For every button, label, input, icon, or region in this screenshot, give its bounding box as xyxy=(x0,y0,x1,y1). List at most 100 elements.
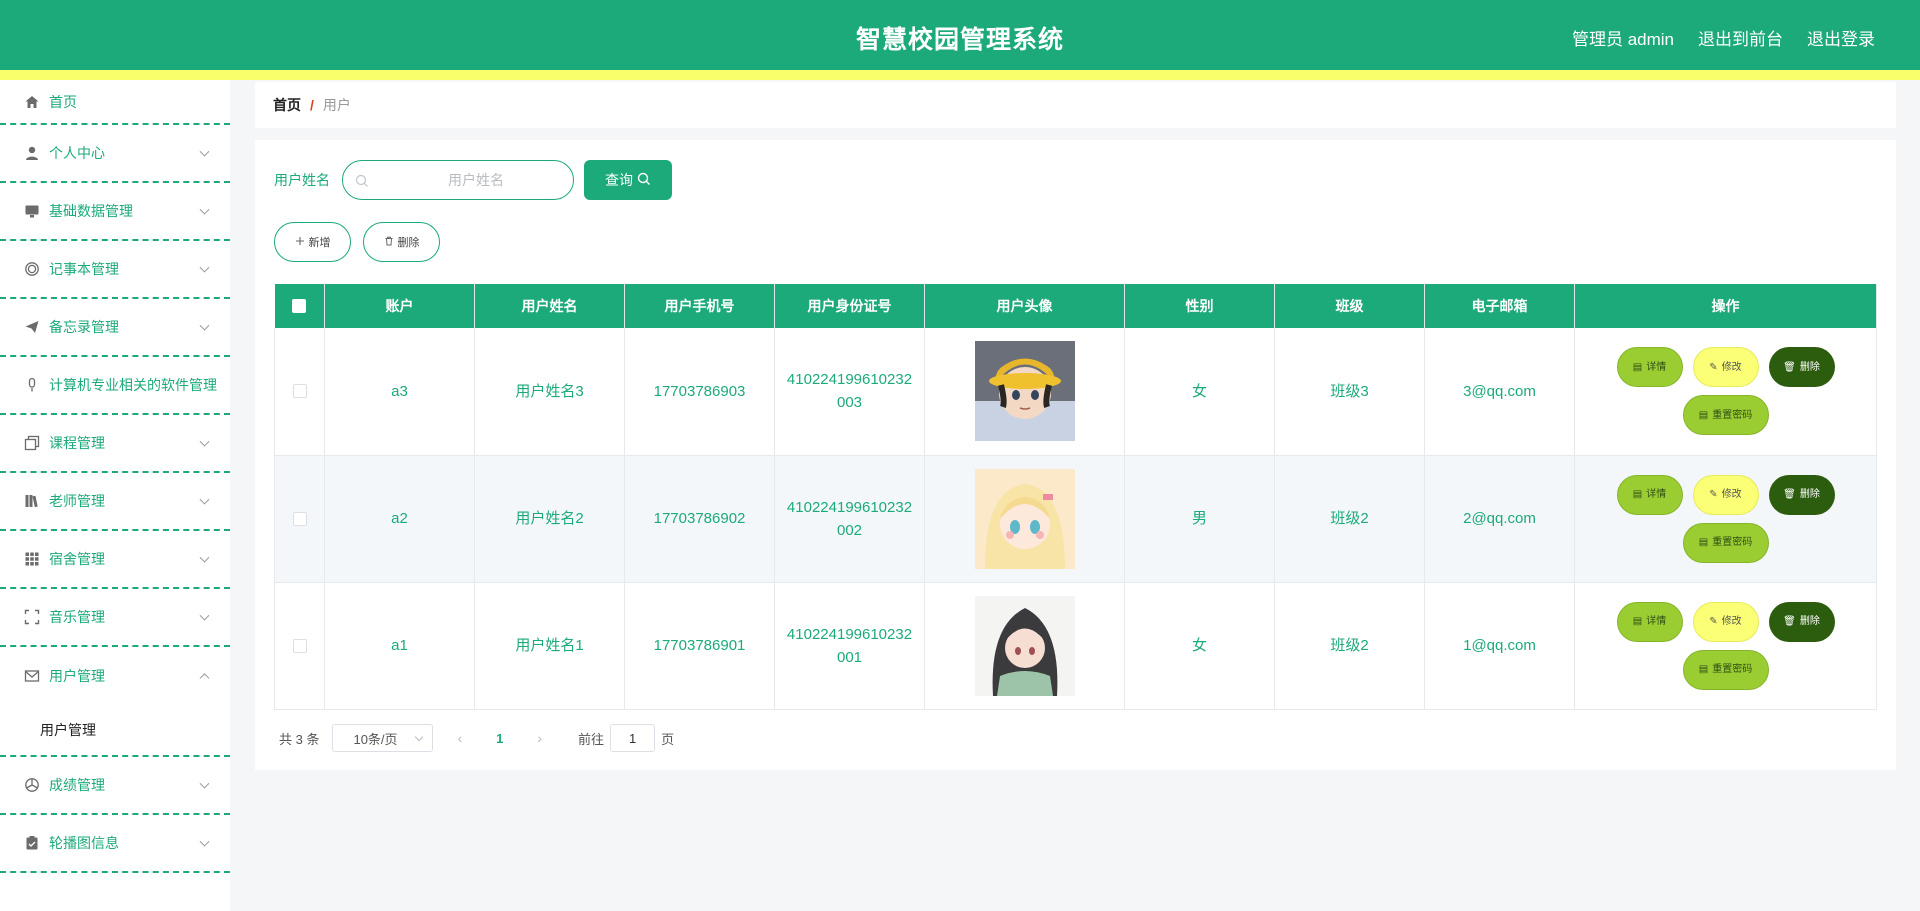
row-checkbox[interactable] xyxy=(292,638,307,653)
page-number-current[interactable]: 1 xyxy=(496,731,503,746)
id-card-part: 002 xyxy=(836,521,863,539)
batch-delete-button[interactable]: 删除 xyxy=(363,222,440,262)
sidebar-item-personal-center[interactable]: 个人中心 xyxy=(0,125,230,183)
user-icon xyxy=(24,145,40,161)
column-header: 用户身份证号 xyxy=(774,284,925,328)
pencil-icon: ✎ xyxy=(1709,616,1718,627)
edit-button-label: 修改 xyxy=(1721,489,1742,500)
reset-password-button[interactable]: ▤ 重置密码 xyxy=(1682,649,1769,690)
sidebar-item-home[interactable]: 首页 xyxy=(0,80,230,125)
goto-suffix: 页 xyxy=(661,731,675,747)
cell-class: 班级2 xyxy=(1274,455,1425,583)
cell-actions: ▤ 详情 ✎ 修改 🗑 删除 ▤ 重置密码 xyxy=(1574,582,1877,710)
user-table: 账户 用户姓名 用户手机号 用户身份证号 用户头像 性别 班级 电子邮箱 操作 … xyxy=(274,284,1877,710)
sidebar-item-course[interactable]: 课程管理 xyxy=(0,415,230,473)
fullscreen-icon xyxy=(24,609,40,625)
table-row: a3 用户姓名3 17703786903 410224199610232 003 … xyxy=(274,328,1877,456)
grid-icon xyxy=(24,551,40,567)
chevron-down-icon xyxy=(199,494,210,505)
delete-button[interactable]: 🗑 删除 xyxy=(1768,347,1835,388)
sidebar-item-basic-data[interactable]: 基础数据管理 xyxy=(0,183,230,241)
admin-user-label[interactable]: 管理员 admin xyxy=(1572,25,1674,50)
sidebar-item-label: 记事本管理 xyxy=(49,261,119,277)
chevron-down-icon xyxy=(199,436,210,447)
cell-email: 2@qq.com xyxy=(1424,455,1575,583)
edit-button[interactable]: ✎ 修改 xyxy=(1692,601,1759,642)
reset-password-button[interactable]: ▤ 重置密码 xyxy=(1682,395,1769,436)
cell-id-card: 410224199610232 002 xyxy=(774,455,925,583)
sidebar-item-label: 用户管理 xyxy=(49,668,105,684)
sidebar-item-user-mgmt[interactable]: 用户管理 xyxy=(0,647,230,705)
pencil-icon: ✎ xyxy=(1709,489,1718,500)
sidebar-item-grades[interactable]: 成绩管理 xyxy=(0,757,230,815)
document-icon: ▤ xyxy=(1698,664,1709,675)
next-page-button[interactable]: › xyxy=(537,730,542,746)
pencil-icon: ✎ xyxy=(1709,361,1718,373)
sidebar-item-software[interactable]: 计算机专业相关的软件管理 xyxy=(0,357,230,415)
logout-link[interactable]: 退出登录 xyxy=(1807,25,1875,50)
detail-button[interactable]: ▤ 详情 xyxy=(1616,474,1683,515)
main-content: 用户姓名 查询 新增 删除 账户 用户姓名 用户手机号 xyxy=(255,140,1896,770)
chevron-down-icon xyxy=(199,778,210,789)
cell-id-card: 410224199610232 003 xyxy=(774,328,925,456)
row-checkbox[interactable] xyxy=(292,384,307,399)
edit-button-label: 修改 xyxy=(1721,616,1742,627)
detail-button[interactable]: ▤ 详情 xyxy=(1616,347,1683,388)
edit-button[interactable]: ✎ 修改 xyxy=(1692,474,1759,515)
document-icon: ▤ xyxy=(1632,361,1643,373)
sidebar-item-label: 宿舍管理 xyxy=(49,551,105,567)
chevron-down-icon xyxy=(199,262,210,273)
chevron-down-icon xyxy=(199,552,210,563)
row-actions: ▤ 详情 ✎ 修改 🗑 删除 ▤ 重置密码 xyxy=(1616,474,1836,563)
cell-account: a3 xyxy=(324,328,475,456)
breadcrumb-home[interactable]: 首页 xyxy=(273,95,301,115)
add-button[interactable]: 新增 xyxy=(274,222,351,262)
sidebar-item-teacher[interactable]: 老师管理 xyxy=(0,473,230,531)
page-size-select[interactable]: 10条/页 xyxy=(332,724,434,752)
cell-gender: 女 xyxy=(1124,582,1275,710)
back-to-front-link[interactable]: 退出到前台 xyxy=(1698,25,1783,50)
mail-icon xyxy=(24,668,40,684)
plus-icon xyxy=(295,236,305,249)
sidebar-item-dormitory[interactable]: 宿舍管理 xyxy=(0,531,230,589)
search-field-wrapper xyxy=(342,160,574,200)
cell-phone: 17703786902 xyxy=(624,455,775,583)
chevron-down-icon xyxy=(199,204,210,215)
select-all-checkbox[interactable] xyxy=(292,299,307,313)
goto-page-input[interactable]: 1 xyxy=(610,724,656,752)
trash-icon xyxy=(384,236,394,249)
column-header: 电子邮箱 xyxy=(1424,284,1575,328)
delete-button[interactable]: 🗑 删除 xyxy=(1768,601,1835,642)
reset-password-button[interactable]: ▤ 重置密码 xyxy=(1682,522,1769,563)
sidebar-subitem-user-mgmt[interactable]: 用户管理 xyxy=(0,705,230,757)
breadcrumb: 首页 / 用户 xyxy=(255,82,1896,128)
trash-icon: 🗑 xyxy=(1783,616,1796,627)
delete-button[interactable]: 🗑 删除 xyxy=(1768,474,1835,515)
sidebar-subitem-label: 用户管理 xyxy=(40,722,96,738)
id-card-part: 410224199610232 xyxy=(786,498,913,516)
cell-account: a1 xyxy=(324,582,475,710)
prev-page-button[interactable]: ‹ xyxy=(457,730,462,746)
sidebar-item-memo[interactable]: 备忘录管理 xyxy=(0,299,230,357)
sidebar-item-carousel[interactable]: 轮播图信息 xyxy=(0,815,230,873)
sidebar-item-label: 个人中心 xyxy=(49,145,105,161)
sidebar-item-notebook[interactable]: 记事本管理 xyxy=(0,241,230,299)
document-icon: ▤ xyxy=(1698,537,1709,548)
reset-button-label: 重置密码 xyxy=(1712,664,1753,675)
sidebar-item-label: 成绩管理 xyxy=(49,777,105,793)
reset-button-label: 重置密码 xyxy=(1712,409,1753,421)
sidebar-item-label: 备忘录管理 xyxy=(49,319,119,335)
query-button[interactable]: 查询 xyxy=(584,160,672,200)
row-checkbox[interactable] xyxy=(292,511,307,526)
table-header-row: 账户 用户姓名 用户手机号 用户身份证号 用户头像 性别 班级 电子邮箱 操作 xyxy=(274,284,1877,328)
edit-button[interactable]: ✎ 修改 xyxy=(1692,347,1759,388)
detail-button[interactable]: ▤ 详情 xyxy=(1616,601,1683,642)
search-input[interactable] xyxy=(343,161,573,199)
search-icon xyxy=(637,172,651,189)
document-icon: ▤ xyxy=(1632,489,1643,500)
sidebar-item-music[interactable]: 音乐管理 xyxy=(0,589,230,647)
reset-button-label: 重置密码 xyxy=(1712,537,1753,548)
cell-account: a2 xyxy=(324,455,475,583)
column-header: 用户手机号 xyxy=(624,284,775,328)
trash-icon: 🗑 xyxy=(1783,489,1796,500)
